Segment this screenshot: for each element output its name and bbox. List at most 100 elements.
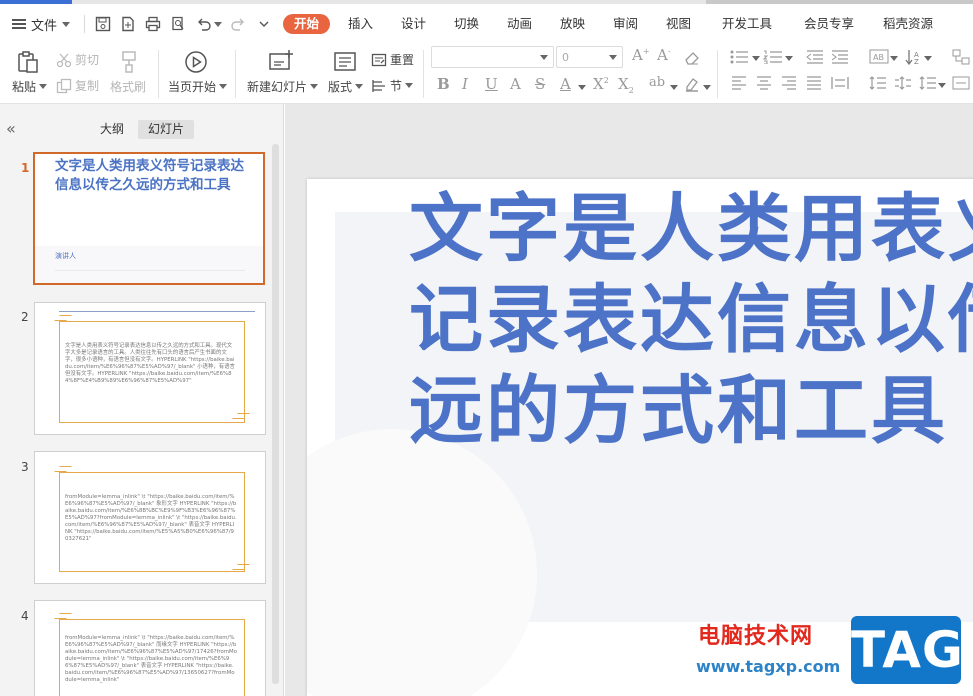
align-right-button[interactable] xyxy=(781,76,797,93)
columns-button[interactable] xyxy=(919,76,937,93)
columns-icon xyxy=(919,76,936,90)
underline-button[interactable]: U xyxy=(485,75,498,93)
decrease-indent-button[interactable] xyxy=(806,50,824,67)
clear-format-button[interactable] xyxy=(684,50,700,69)
character-spacing-button[interactable]: ab xyxy=(649,75,665,90)
character-spacing-dropdown-icon[interactable] xyxy=(670,85,678,90)
cut-button[interactable]: 剪切 xyxy=(56,51,99,68)
redo-button[interactable] xyxy=(228,13,248,35)
collapse-panel-button[interactable]: « xyxy=(6,119,16,138)
align-left-button[interactable] xyxy=(731,76,747,93)
numbering-button[interactable] xyxy=(762,50,783,67)
align-center-button[interactable] xyxy=(756,76,772,93)
new-slide-button[interactable] xyxy=(268,49,294,76)
convert-to-smartart-button[interactable] xyxy=(952,49,970,68)
line-spacing-button[interactable] xyxy=(869,76,887,93)
sort-button[interactable]: AZ xyxy=(905,49,923,68)
bullets-dropdown-icon[interactable] xyxy=(752,56,760,61)
divider xyxy=(158,50,159,98)
new-slide-label: 新建幻灯片 xyxy=(247,80,308,94)
tab-slideshow[interactable]: 放映 xyxy=(560,14,585,34)
paste-menu[interactable]: 粘贴 xyxy=(12,78,48,95)
undo-dropdown-icon[interactable] xyxy=(214,22,222,27)
distribute-button[interactable] xyxy=(831,76,849,93)
shadow-button[interactable]: A xyxy=(510,75,521,93)
text-direction-dropdown-icon[interactable] xyxy=(890,56,898,61)
save-button[interactable] xyxy=(93,13,113,35)
increase-font-size-button[interactable]: A+ xyxy=(632,46,650,64)
highlighter-icon xyxy=(686,78,698,92)
slide-thumbnail-4[interactable]: fromModule=lemma_inlink" \t "https://bai… xyxy=(34,600,266,696)
paragraph-spacing-button[interactable] xyxy=(894,76,912,93)
justify-button[interactable] xyxy=(806,76,822,93)
copy-icon xyxy=(56,78,72,93)
sort-dropdown-icon[interactable] xyxy=(924,56,932,61)
align-text-button[interactable] xyxy=(952,76,970,93)
hamburger-icon xyxy=(12,19,26,29)
slide-title-textbox[interactable]: 文字是人类用表义符号 记录表达信息以传之久 远的方式和工具 xyxy=(409,184,973,457)
tab-view[interactable]: 视图 xyxy=(666,14,691,34)
layout-menu[interactable]: 版式 xyxy=(328,78,364,95)
strikethrough-button[interactable]: S xyxy=(535,75,545,93)
decrease-font-size-button[interactable]: A- xyxy=(657,46,671,64)
format-painter-button[interactable] xyxy=(117,50,141,77)
sort-icon: AZ xyxy=(905,50,919,66)
play-from-current-menu[interactable]: 当页开始 xyxy=(168,78,228,95)
font-color-button[interactable]: A xyxy=(560,75,571,93)
superscript-button[interactable]: X2 xyxy=(593,75,609,93)
columns-dropdown-icon[interactable] xyxy=(938,83,946,88)
layout-icon xyxy=(334,52,356,71)
layout-button[interactable] xyxy=(333,50,357,77)
save-icon xyxy=(95,16,111,32)
svg-text:Z: Z xyxy=(914,58,919,65)
slide-thumbnail-1[interactable]: 文字是人类用表义符号记录表达信息以传之久远的方式和工具 演讲人 xyxy=(33,152,265,285)
tab-docer[interactable]: 稻壳资源 xyxy=(883,14,933,34)
bold-button[interactable]: B xyxy=(437,75,450,93)
print-preview-button[interactable] xyxy=(168,13,188,35)
tab-outline[interactable]: 大纲 xyxy=(90,120,134,139)
slide-editing-area[interactable]: 文字是人类用表义符号 记录表达信息以传之久 远的方式和工具 xyxy=(285,104,973,696)
svg-text:AB: AB xyxy=(873,53,884,62)
tab-member[interactable]: 会员专享 xyxy=(804,14,854,34)
highlight-dropdown-icon[interactable] xyxy=(703,85,711,90)
slide-thumbnail-3[interactable]: fromModule=lemma_inlink" \t "https://bai… xyxy=(34,451,266,584)
wps-presentation-window: 文件 开始 插入 设计 切换 动画 放映 审阅 视图 开发工具 会员专享 稻壳资… xyxy=(0,0,973,696)
bullets-button[interactable] xyxy=(730,50,750,67)
tab-design[interactable]: 设计 xyxy=(401,14,426,34)
section-menu[interactable]: 节 xyxy=(371,77,414,94)
file-menu[interactable]: 文件 xyxy=(12,14,71,34)
copy-button[interactable]: 复制 xyxy=(56,77,99,94)
panel-scrollbar[interactable] xyxy=(272,144,279,684)
undo-button[interactable] xyxy=(194,13,214,35)
subscript-button[interactable]: X2 xyxy=(618,75,634,95)
divider xyxy=(423,50,424,98)
print-button[interactable] xyxy=(143,13,163,35)
italic-button[interactable]: I xyxy=(462,75,468,93)
font-size-select[interactable]: 0 xyxy=(556,46,623,68)
paste-button[interactable] xyxy=(16,50,40,77)
reset-button[interactable]: 重置 xyxy=(371,51,414,68)
tab-insert[interactable]: 插入 xyxy=(348,14,373,34)
chevron-down-icon xyxy=(355,84,364,89)
slide-title-line: 远的方式和工具 xyxy=(409,368,948,454)
new-slide-menu[interactable]: 新建幻灯片 xyxy=(247,78,319,95)
play-from-current-button[interactable] xyxy=(184,50,208,77)
text-direction-button[interactable]: AB xyxy=(869,49,891,68)
tab-transitions[interactable]: 切换 xyxy=(454,14,479,34)
slide-thumbnail-2[interactable]: 文字是人类用表义符号记录表达信息以传之久远的方式和工具。现代文字大多是记录语言的… xyxy=(34,302,266,435)
tab-home[interactable]: 开始 xyxy=(283,14,331,34)
thumbnail-body-text: fromModule=lemma_inlink" \t "https://bai… xyxy=(65,635,237,683)
tab-slides[interactable]: 幻灯片 xyxy=(138,120,195,139)
tab-review[interactable]: 审阅 xyxy=(613,14,638,34)
export-pdf-button[interactable] xyxy=(118,13,138,35)
font-color-dropdown-icon[interactable] xyxy=(578,85,586,90)
tab-animation[interactable]: 动画 xyxy=(507,14,532,34)
tab-developer[interactable]: 开发工具 xyxy=(722,14,772,34)
customize-quick-access-button[interactable] xyxy=(254,13,274,35)
title-strip xyxy=(0,0,973,4)
watermark-url: www.tagxp.com xyxy=(696,657,841,676)
numbering-dropdown-icon[interactable] xyxy=(785,56,793,61)
font-family-select[interactable] xyxy=(431,46,554,68)
highlight-button[interactable] xyxy=(684,76,700,95)
increase-indent-button[interactable] xyxy=(831,50,849,67)
